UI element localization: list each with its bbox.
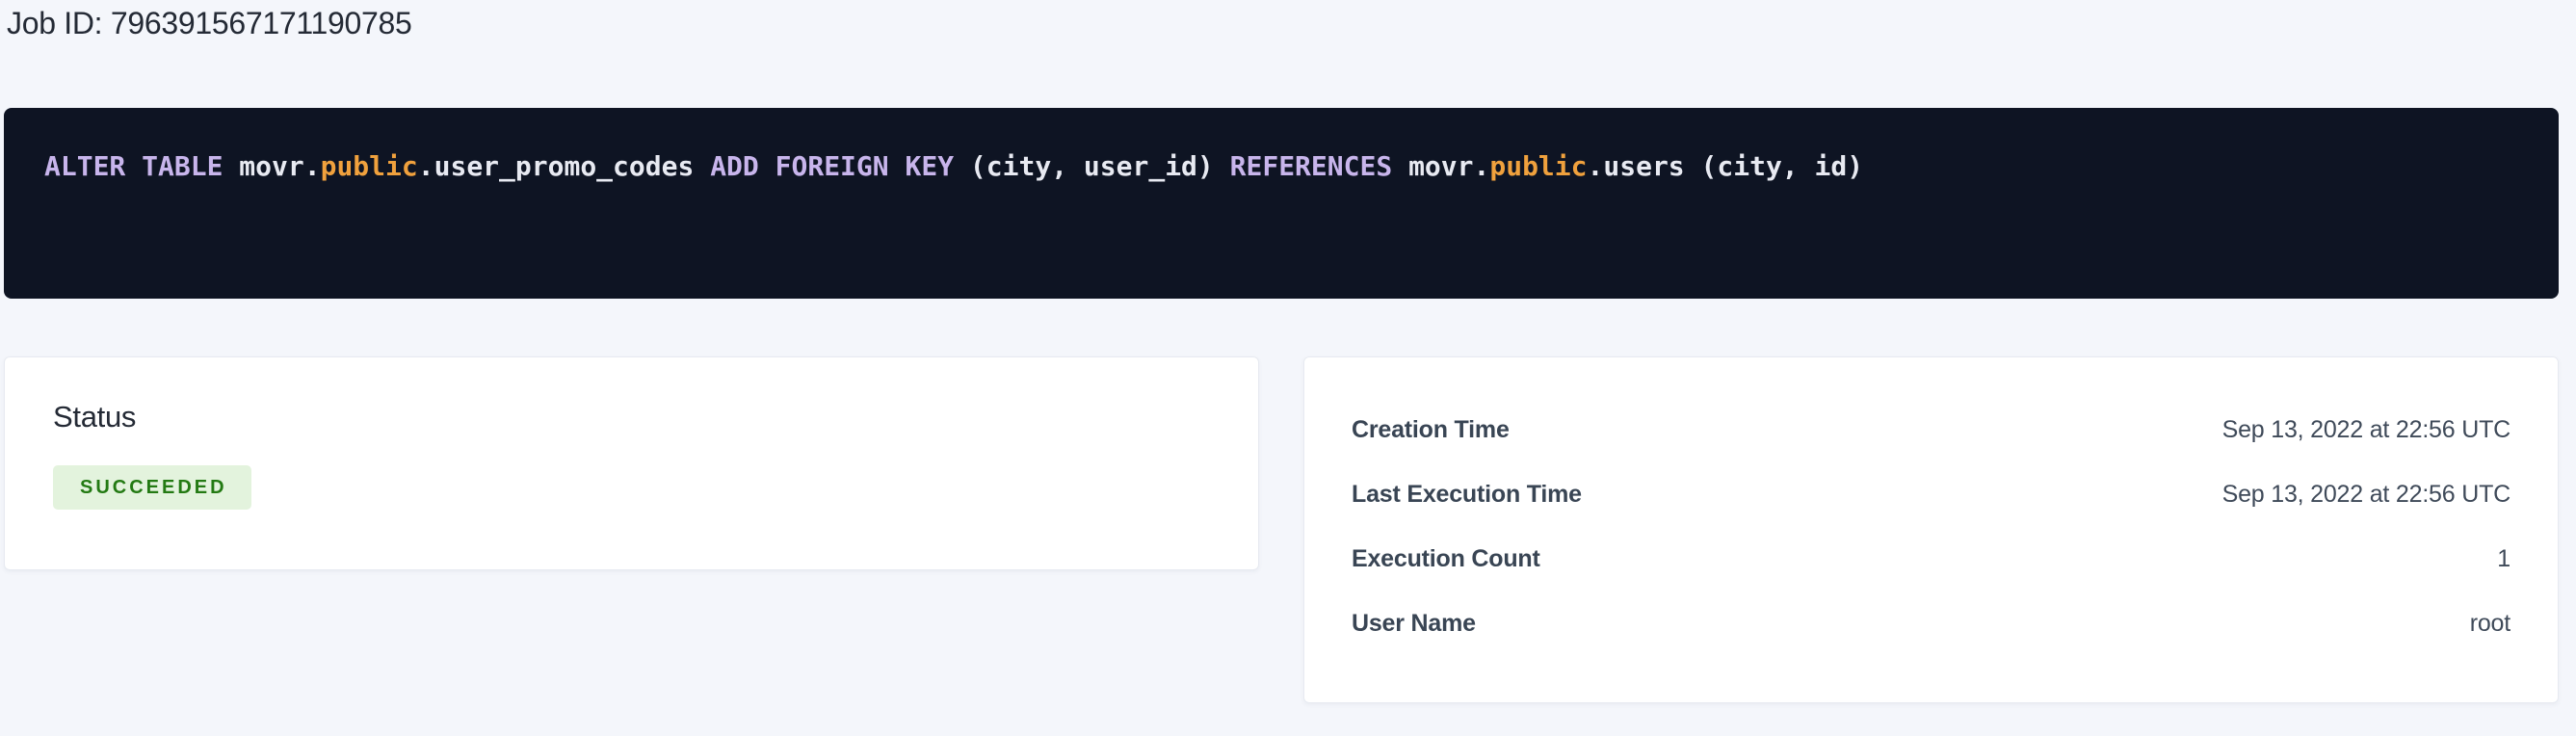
sql-token-schema: public [1489,150,1587,182]
details-card: Creation TimeSep 13, 2022 at 22:56 UTCLa… [1303,356,2559,703]
detail-label: Last Execution Time [1352,481,1582,509]
sql-token-identifier: (city, user_id) [970,150,1230,182]
details-rows: Creation TimeSep 13, 2022 at 22:56 UTCLa… [1352,398,2510,656]
sql-token-identifier: .user_promo_codes [418,150,710,182]
sql-token-keyword: REFERENCES [1230,150,1408,182]
detail-row: Execution Count 1 [1352,527,2510,591]
detail-label: Creation Time [1352,416,1510,444]
job-details-page: { "page": { "title": "Job ID: 7963915671… [0,0,2576,736]
detail-row: Creation Time Sep 13, 2022 at 22:56 UTC [1352,398,2510,462]
detail-value: 1 [2497,545,2510,573]
detail-row: Last Execution Time Sep 13, 2022 at 22:56… [1352,462,2510,527]
summary-cards-row: Status SUCCEEDED Creation Time Sep 13, 20… [4,356,2559,703]
detail-value: root [2470,610,2510,638]
sql-token-identifier: .users (city, id) [1588,150,1864,182]
sql-token-keyword: ADD FOREIGN KEY [710,150,970,182]
page-title: Job ID: 796391567171190785 [7,4,2559,42]
detail-value: Sep 13, 2022 at 22:56 UTC [2222,416,2510,444]
detail-label: User Name [1352,610,1476,638]
sql-statement: ALTER TABLE movr.public.user_promo_codes… [44,150,1863,182]
sql-token-schema: public [321,150,418,182]
detail-value: Sep 13, 2022 at 22:56 UTC [2222,481,2510,509]
sql-statement-box[interactable]: ALTER TABLE movr.public.user_promo_codes… [4,108,2559,299]
status-card-title: Status [53,400,1258,434]
status-card: Status SUCCEEDED [4,356,1259,570]
sql-token-identifier: movr. [239,150,320,182]
page-content: Job ID: 796391567171190785 ALTER TABLE m… [0,0,2576,703]
detail-row: User Name root [1352,591,2510,656]
detail-label: Execution Count [1352,545,1540,573]
sql-token-keyword: ALTER TABLE [44,150,239,182]
status-badge: SUCCEEDED [53,465,251,510]
sql-token-identifier: movr. [1408,150,1489,182]
